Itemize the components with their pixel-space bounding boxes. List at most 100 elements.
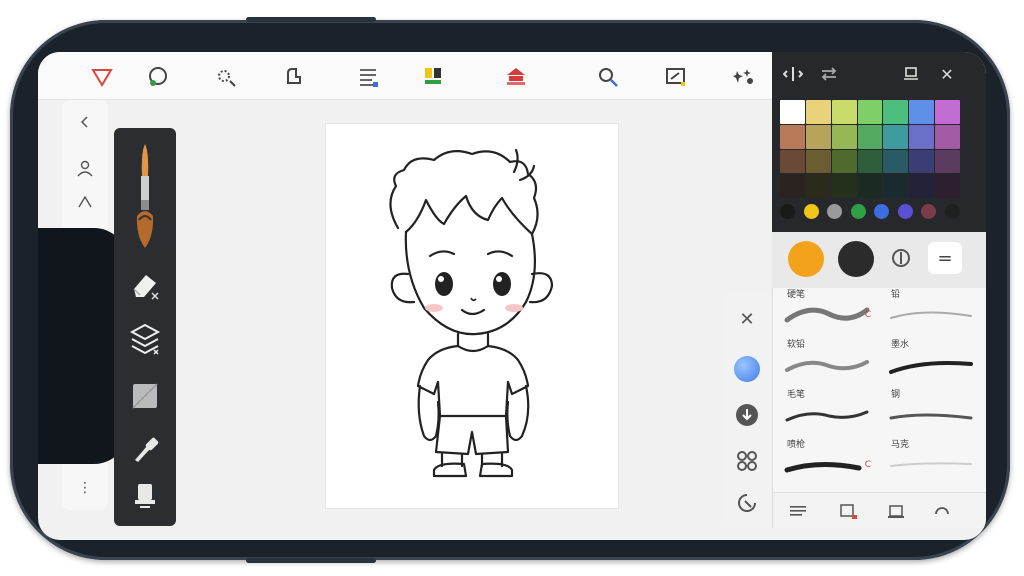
brush-library-panel: 硬笔 C 铅软铅 墨水毛笔 钢喷枪 C 马克 — [772, 288, 986, 528]
brush-tag: C — [864, 310, 871, 320]
lasso-circle-icon[interactable] — [138, 62, 178, 92]
brush-preset[interactable]: 墨水 — [883, 340, 979, 386]
brush-preset[interactable]: 钢 — [883, 390, 979, 436]
layer-add-icon[interactable] — [837, 501, 859, 521]
color-swatch[interactable] — [883, 174, 909, 198]
brush-label: 马克 — [891, 440, 910, 450]
brush-preset[interactable]: 硬笔 C — [779, 290, 875, 336]
brush-label: 毛笔 — [787, 390, 806, 400]
rotate-icon[interactable] — [734, 490, 760, 516]
brush-preset[interactable]: 马克 — [883, 440, 979, 486]
color-swatch[interactable] — [935, 100, 960, 124]
recent-color-dot[interactable] — [944, 203, 960, 219]
back-icon[interactable] — [74, 112, 96, 132]
color-swatch[interactable] — [831, 100, 857, 124]
palette-icon[interactable] — [414, 62, 454, 92]
color-swatch[interactable] — [883, 100, 909, 124]
close-icon[interactable]: ✕ — [734, 306, 760, 332]
color-swatch[interactable] — [857, 174, 883, 198]
color-swatch[interactable] — [857, 149, 883, 174]
color-swatch[interactable] — [883, 124, 909, 149]
color-swatch[interactable] — [909, 149, 935, 174]
zoom-icon[interactable] — [588, 62, 628, 92]
color-swatch[interactable] — [909, 124, 935, 149]
list-icon[interactable] — [787, 501, 809, 521]
brush-label: 铅 — [891, 290, 901, 300]
menu-button[interactable]: = — [928, 242, 962, 274]
magic-wand-icon[interactable] — [206, 62, 246, 92]
stamp-icon[interactable] — [496, 62, 536, 92]
brush-icon[interactable] — [122, 140, 168, 250]
color-swatch[interactable] — [780, 100, 805, 124]
adjust-icon[interactable] — [348, 62, 388, 92]
recent-color-dot[interactable] — [780, 203, 795, 219]
tool-panel — [114, 128, 176, 526]
recent-color-dot[interactable] — [827, 203, 843, 219]
color-swatch[interactable] — [780, 174, 805, 198]
power-button — [246, 558, 376, 563]
more-dots-icon[interactable]: ⋮ — [74, 478, 96, 498]
lasso-triangle-icon[interactable] — [82, 62, 122, 92]
grid-icon[interactable] — [734, 448, 760, 474]
recent-color-dot[interactable] — [874, 203, 890, 219]
color-swatch[interactable] — [883, 149, 909, 174]
color-swatch[interactable] — [780, 149, 805, 174]
recent-color-dot[interactable] — [921, 203, 937, 219]
color-swatch[interactable] — [831, 149, 857, 174]
brush-label: 喷枪 — [787, 440, 806, 450]
color-swatch[interactable] — [857, 100, 883, 124]
brush-side-column: ✕ — [722, 292, 772, 528]
brush-panel-footer — [773, 492, 986, 528]
brush-preset[interactable]: 毛笔 — [779, 390, 875, 436]
color-swatch[interactable] — [857, 124, 883, 149]
close-icon[interactable]: ✕ — [936, 64, 958, 84]
primary-color-swatch[interactable] — [788, 241, 824, 277]
brush-tag: C — [864, 460, 871, 470]
duplicate-icon[interactable] — [885, 501, 907, 521]
symmetry-icon[interactable] — [782, 64, 804, 84]
eraser-icon[interactable] — [122, 264, 168, 304]
color-dot-row — [780, 202, 960, 220]
color-swatch[interactable] — [909, 174, 935, 198]
recent-color-dot[interactable] — [850, 203, 866, 219]
brush-label: 墨水 — [891, 340, 910, 350]
brush-label: 硬笔 — [787, 290, 806, 300]
pin-icon[interactable] — [900, 64, 922, 84]
color-swatch[interactable] — [805, 174, 831, 198]
active-color-row: = — [772, 232, 986, 288]
color-swatch[interactable] — [780, 124, 805, 149]
color-picker-icon[interactable] — [888, 246, 914, 272]
reset-icon[interactable] — [931, 501, 953, 521]
recent-color-dot[interactable] — [803, 203, 819, 219]
effects-icon[interactable] — [724, 62, 764, 92]
drawing-canvas[interactable] — [326, 124, 618, 508]
swap-icon[interactable] — [818, 64, 840, 84]
person-icon[interactable] — [74, 158, 96, 178]
brush-preset[interactable]: 软铅 — [779, 340, 875, 386]
brush-preset[interactable]: 喷枪 C — [779, 440, 875, 486]
color-circle-icon[interactable] — [734, 356, 760, 382]
color-swatch[interactable] — [805, 100, 831, 124]
color-swatch[interactable] — [935, 149, 960, 174]
stamp-tool-icon[interactable] — [122, 476, 168, 516]
download-icon[interactable] — [734, 402, 760, 428]
brush-label: 软铅 — [787, 340, 806, 350]
color-panel-header: ✕ — [772, 52, 986, 96]
color-swatch[interactable] — [831, 124, 857, 149]
layers-icon[interactable] — [122, 318, 168, 362]
transform-icon[interactable] — [274, 62, 314, 92]
color-swatch[interactable] — [935, 124, 960, 149]
eyedropper-icon[interactable] — [122, 428, 168, 468]
color-swatch[interactable] — [805, 149, 831, 174]
cartoon-boy-sketch — [389, 148, 554, 478]
color-swatch[interactable] — [831, 174, 857, 198]
secondary-color-swatch[interactable] — [838, 241, 874, 277]
fill-square-icon[interactable] — [122, 376, 168, 416]
recent-color-dot[interactable] — [897, 203, 913, 219]
brush-preset[interactable]: 铅 — [883, 290, 979, 336]
crop-icon[interactable] — [656, 62, 696, 92]
color-swatch[interactable] — [805, 124, 831, 149]
size-slider-icon[interactable] — [74, 192, 96, 212]
color-swatch[interactable] — [935, 174, 960, 198]
color-swatch[interactable] — [909, 100, 935, 124]
